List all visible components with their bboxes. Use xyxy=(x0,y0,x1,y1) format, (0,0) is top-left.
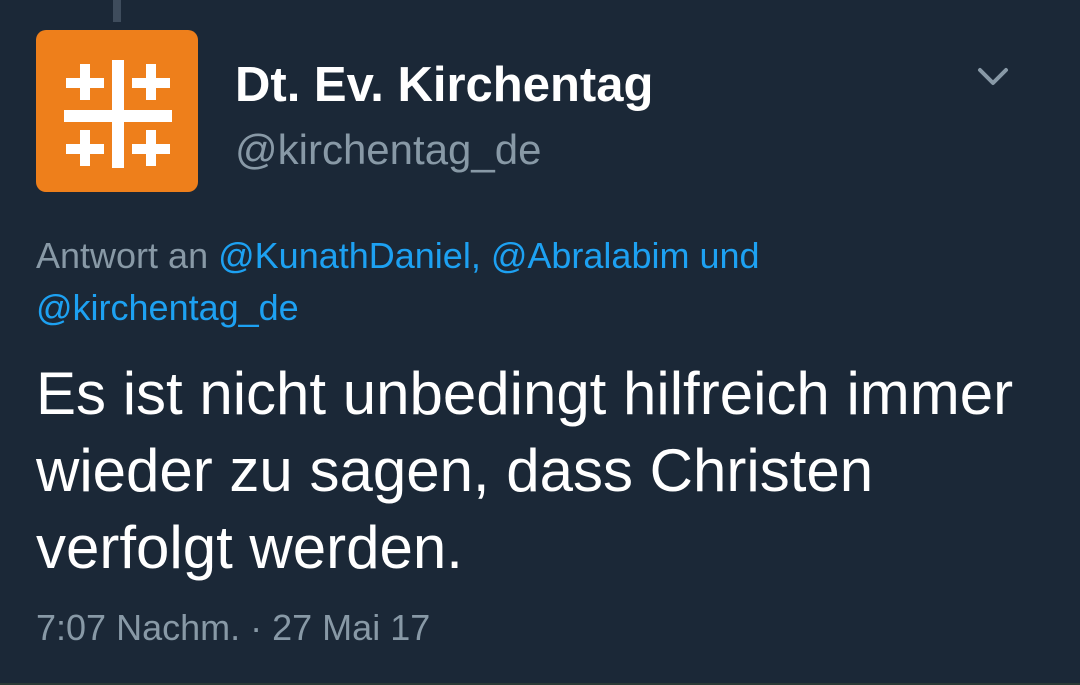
tweet-date: 27 Mai 17 xyxy=(272,607,431,648)
avatar[interactable] xyxy=(36,30,198,192)
kirchentag-cross-logo-icon xyxy=(64,60,172,168)
reply-context: Antwort an @KunathDaniel, @Abralabim und… xyxy=(36,230,1036,334)
tweet-timestamp[interactable]: 7:07 Nachm. · 27 Mai 17 xyxy=(36,607,430,649)
thread-connector-line xyxy=(113,0,121,22)
tweet-text: Es ist nicht unbedingt hilfreich immer w… xyxy=(36,360,1014,581)
tweet-menu-button[interactable] xyxy=(972,58,1014,94)
tweet-time: 7:07 Nachm. xyxy=(36,607,241,648)
display-name[interactable]: Dt. Ev. Kirchentag xyxy=(235,57,653,113)
reply-prefix: Antwort an xyxy=(36,235,209,276)
timestamp-separator: · xyxy=(250,607,263,648)
mention-link[interactable]: @kirchentag_de xyxy=(36,287,299,328)
mention-link[interactable]: @KunathDaniel, xyxy=(218,235,481,276)
user-handle[interactable]: @kirchentag_de xyxy=(235,126,542,174)
mention-link[interactable]: @Abralabim und xyxy=(491,235,760,276)
chevron-down-icon xyxy=(978,68,1008,85)
tweet-card: Dt. Ev. Kirchentag @kirchentag_de Antwor… xyxy=(0,0,1080,685)
